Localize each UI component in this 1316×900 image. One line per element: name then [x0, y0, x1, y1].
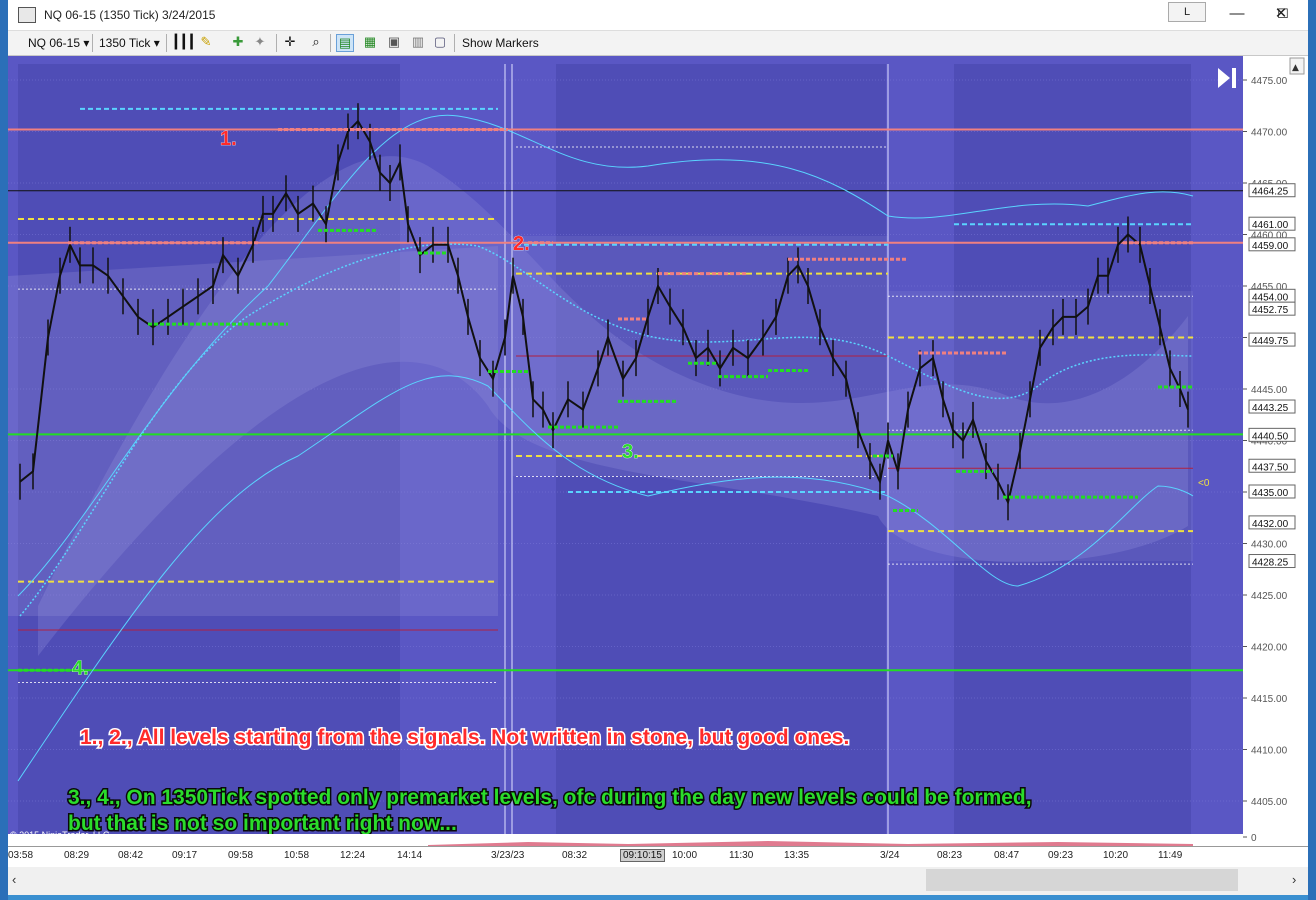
- window-title: NQ 06-15 (1350 Tick) 3/24/2015: [44, 8, 216, 22]
- time-axis-label: 08:32: [562, 850, 588, 861]
- price-chart[interactable]: 1. 2. 3. 4. 1., 2., All levels starting from…: [8, 56, 1308, 846]
- data-box-icon[interactable]: ▦: [362, 34, 378, 50]
- window-linking-icon[interactable]: ▢: [432, 34, 448, 50]
- price-axis-label: 4415.00: [1251, 694, 1288, 705]
- price-axis-label: 0: [1251, 833, 1257, 844]
- time-axis-label: 03:58: [8, 850, 34, 861]
- strategy-icon[interactable]: ✦: [252, 34, 268, 50]
- zoom-icon[interactable]: ⌕: [308, 34, 324, 50]
- time-axis-label: 14:14: [397, 850, 423, 861]
- crosshair-icon[interactable]: ✛: [282, 34, 298, 50]
- bar-type-icon[interactable]: ┃┃┃: [172, 34, 195, 50]
- time-axis-label: 10:00: [672, 850, 698, 861]
- marker-label-4: 4.: [72, 657, 89, 679]
- price-tag-label: 4461.00: [1252, 220, 1289, 231]
- instrument-selector[interactable]: NQ 06-15 ▾: [28, 35, 89, 51]
- close-button[interactable]: ✕: [1258, 0, 1304, 30]
- marker-label-3: 3.: [622, 441, 639, 463]
- window-titlebar: NQ 06-15 (1350 Tick) 3/24/2015 L — ☐: [8, 0, 1308, 31]
- chart-area[interactable]: 1. 2. 3. 4. 1., 2., All levels starting from…: [8, 56, 1308, 846]
- show-markers-button[interactable]: Show Markers: [462, 35, 539, 51]
- time-axis-label: 08:42: [118, 850, 144, 861]
- price-axis-label: 4425.00: [1251, 591, 1288, 602]
- time-axis: 03:58 08:29 08:42 09:17 09:58 10:58 12:24 14:14…: [8, 846, 1308, 867]
- time-axis-label: 3/24: [880, 850, 900, 861]
- price-axis: [1243, 56, 1308, 846]
- pencil-draw-icon[interactable]: ✎: [198, 34, 214, 50]
- price-axis-label: 4420.00: [1251, 643, 1288, 654]
- price-axis-label: 4430.00: [1251, 540, 1288, 551]
- scroll-thumb[interactable]: [926, 869, 1238, 891]
- instrument-label: NQ 06-15: [28, 36, 81, 50]
- price-tag-label: 4464.25: [1252, 187, 1289, 198]
- price-tag-label: 4459.00: [1252, 241, 1289, 252]
- time-axis-label: 10:20: [1103, 850, 1129, 861]
- price-axis-label: 4410.00: [1251, 746, 1288, 757]
- snapshot-icon[interactable]: ▥: [410, 34, 426, 50]
- price-tag-label: 4443.25: [1252, 403, 1289, 414]
- toolbar-divider: [276, 34, 277, 52]
- toolbar-divider: [454, 34, 455, 52]
- chart-app-icon: [18, 7, 36, 23]
- price-tag-label: 4437.50: [1252, 462, 1289, 473]
- horizontal-scrollbar[interactable]: ‹ ›: [8, 866, 1308, 895]
- time-axis-label: 08:23: [937, 850, 963, 861]
- desktop-edge-left: [0, 0, 8, 900]
- price-tag-label: 4452.75: [1252, 305, 1289, 316]
- price-axis-label: 4445.00: [1251, 385, 1288, 396]
- minimize-button[interactable]: —: [1214, 0, 1260, 30]
- time-axis-label: 08:47: [994, 850, 1020, 861]
- link-button[interactable]: L: [1168, 2, 1206, 22]
- interval-label: 1350 Tick: [99, 36, 151, 50]
- offset-marker: <0: [1198, 478, 1210, 489]
- properties-icon[interactable]: ▤: [336, 34, 354, 52]
- crosshair-time-label: 09:10:15: [620, 849, 665, 862]
- annotation-green-note: but that is not so important right now..…: [68, 812, 457, 835]
- toolbar-divider: [92, 34, 93, 52]
- price-axis-label: 4470.00: [1251, 128, 1288, 139]
- premarket-range-box: [8, 246, 498, 616]
- annotation-green-note: 3., 4., On 1350Tick spotted only premark…: [68, 786, 1032, 809]
- price-tag-label: 4428.25: [1252, 558, 1289, 569]
- marker-label-2: 2.: [513, 233, 530, 255]
- time-axis-label: 08:29: [64, 850, 90, 861]
- price-tag-label: 4432.00: [1252, 519, 1289, 530]
- price-tag-label: 4449.75: [1252, 336, 1289, 347]
- chart-trader-icon[interactable]: ▣: [386, 34, 402, 50]
- toolbar-divider: [330, 34, 331, 52]
- time-axis-label: 10:58: [284, 850, 310, 861]
- scroll-left-icon[interactable]: ‹: [12, 872, 16, 887]
- marker-label-1: 1.: [220, 128, 237, 150]
- chart-toolbar: NQ 06-15 ▾ 1350 Tick ▾ ┃┃┃ ✎ ✚ ✦ ✛ ⌕ ▤ ▦…: [8, 31, 1308, 56]
- time-axis-label: 11:30: [729, 850, 754, 861]
- annotation-red-note: 1., 2., All levels starting from the sig…: [80, 726, 849, 749]
- time-axis-label: 09:23: [1048, 850, 1074, 861]
- time-axis-label: 3/23/23: [491, 850, 525, 861]
- interval-selector[interactable]: 1350 Tick ▾: [99, 35, 160, 51]
- toolbar-divider: [166, 34, 167, 52]
- time-axis-label: 09:17: [172, 850, 198, 861]
- add-indicator-icon[interactable]: ✚: [230, 34, 246, 50]
- price-tag-label: 4454.00: [1252, 292, 1289, 303]
- time-axis-label: 12:24: [340, 850, 366, 861]
- price-tag-label: 4435.00: [1252, 488, 1289, 499]
- jump-to-end-icon: [1232, 68, 1236, 88]
- price-tag-label: 4440.50: [1252, 431, 1289, 442]
- desktop-edge-right: [1308, 0, 1316, 900]
- price-axis-label: 4405.00: [1251, 797, 1288, 808]
- time-axis-label: 09:58: [228, 850, 254, 861]
- price-axis-label: 4475.00: [1251, 76, 1288, 87]
- time-axis-label: 11:49: [1158, 850, 1183, 861]
- scroll-right-icon[interactable]: ›: [1292, 872, 1296, 887]
- time-axis-label: 13:35: [784, 850, 810, 861]
- scroll-up-icon: ▲: [1292, 63, 1299, 73]
